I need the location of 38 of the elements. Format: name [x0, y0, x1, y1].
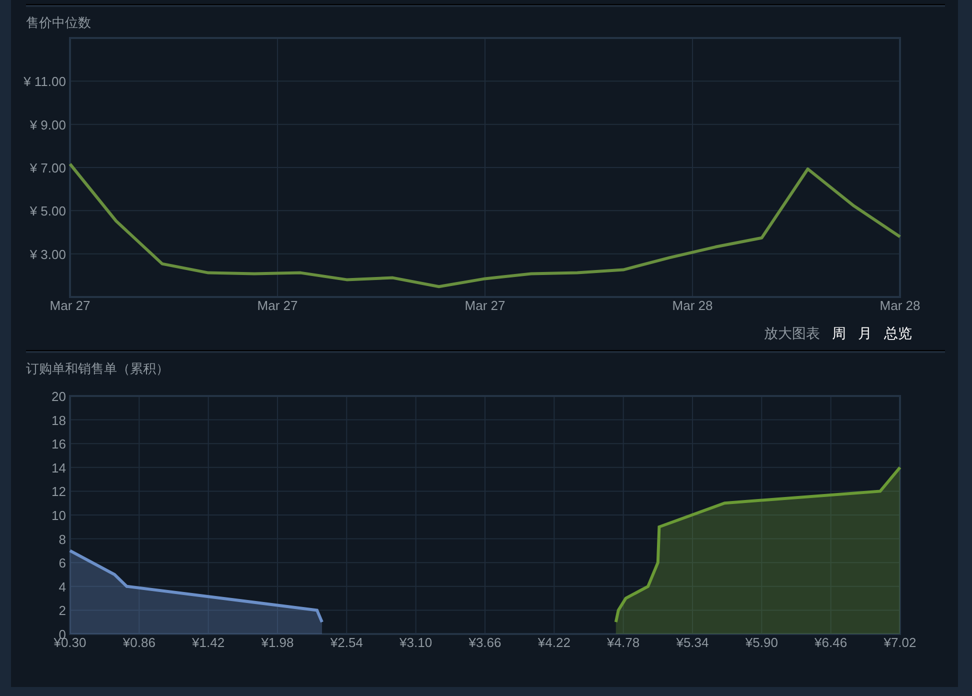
y-axis-label: 8 — [58, 532, 66, 547]
range-link[interactable]: 总览 — [884, 326, 912, 343]
section-title: 订购单和销售单（累积） — [26, 362, 169, 378]
x-axis-label: Mar 27 — [464, 298, 506, 313]
x-axis-label: ¥3.66 — [468, 635, 502, 650]
range-link[interactable]: 月 — [858, 326, 872, 343]
y-axis-label: 14 — [52, 460, 66, 476]
y-axis-label: 16 — [52, 436, 66, 452]
range-link[interactable]: 周 — [832, 326, 846, 343]
x-axis-label: ¥4.22 — [538, 635, 570, 650]
x-axis-label: ¥0.86 — [122, 635, 156, 650]
x-axis-label: ¥4.78 — [607, 635, 640, 650]
y-axis-label: 10 — [52, 508, 66, 523]
x-axis-label: ¥7.02 — [884, 635, 916, 650]
x-axis-label: Mar 27 — [50, 298, 90, 313]
y-axis-label: ¥ 5.00 — [30, 204, 66, 219]
y-axis-label: ¥ 11.00 — [24, 74, 66, 90]
x-axis-label: ¥3.10 — [400, 635, 432, 650]
y-axis-label: 18 — [52, 412, 66, 428]
y-axis-label: 4 — [58, 579, 66, 594]
x-axis-label: ¥5.34 — [676, 635, 709, 650]
y-axis-label: ¥ 3.00 — [30, 246, 66, 262]
y-axis-label: ¥ 9.00 — [30, 117, 66, 132]
y-axis-label: 6 — [58, 556, 66, 571]
x-axis-label: Mar 28 — [672, 298, 713, 313]
y-axis-label: 20 — [52, 389, 66, 404]
x-axis-label: ¥1.42 — [192, 635, 225, 650]
x-axis-label: ¥1.98 — [261, 635, 294, 650]
y-axis-label: ¥ 7.00 — [30, 160, 66, 176]
x-axis-label: Mar 27 — [257, 298, 298, 313]
x-axis-label: ¥2.54 — [330, 635, 363, 650]
y-axis-label: 2 — [58, 603, 66, 618]
x-axis-label: ¥5.90 — [745, 635, 778, 650]
zoom-label: 放大图表 — [764, 326, 820, 343]
section-title: 售价中位数 — [26, 16, 91, 32]
x-axis-label: Mar 28 — [880, 298, 920, 313]
y-axis-label: 12 — [52, 484, 66, 500]
x-axis-label: ¥6.46 — [814, 635, 848, 650]
